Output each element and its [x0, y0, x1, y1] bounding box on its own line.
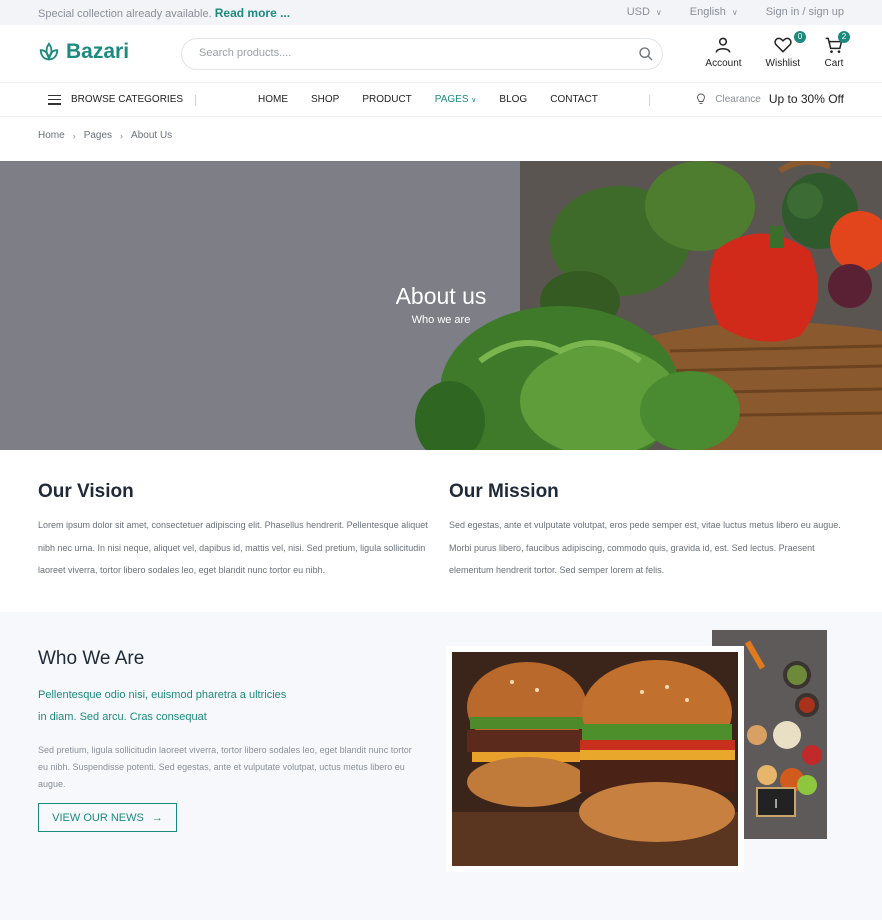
sign-in-link[interactable]: Sign in / sign up [766, 6, 844, 18]
view-our-news-button[interactable]: VIEW OUR NEWS → [38, 803, 177, 832]
top-bar-controls: USD ∨ English ∨ Sign in / sign up [627, 6, 844, 18]
breadcrumb-pages[interactable]: Pages [84, 130, 112, 141]
menu-icon [48, 94, 61, 105]
clearance-label: Clearance [715, 93, 761, 105]
search-icon[interactable] [638, 46, 654, 62]
nav-item-pages-label: PAGES [434, 94, 469, 105]
chevron-down-icon: ∨ [731, 7, 738, 17]
hero-title: About us [395, 283, 487, 309]
leaf-logo-icon [39, 42, 59, 61]
header: Bazari Account 0 Wishlist [0, 25, 882, 83]
who-we-are-lead: Pellentesque odio nisi, euismod pharetra… [38, 684, 318, 728]
account-label: Account [705, 58, 742, 69]
hero-subtitle: Who we are [411, 314, 471, 326]
top-bar: Special collection already available. Re… [0, 0, 882, 25]
clearance-value: Up to 30% Off [768, 92, 844, 106]
main-nav: BROWSE CATEGORIES HOME SHOP PRODUCT PAGE… [0, 83, 882, 117]
breadcrumb: Home › Pages › About Us [38, 130, 172, 141]
nav-item-home[interactable]: HOME [258, 94, 288, 105]
chevron-right-icon: › [120, 130, 124, 141]
who-we-are-title: Who We Are [38, 648, 145, 669]
cart-count-badge: 2 [838, 31, 850, 43]
heart-icon [774, 37, 792, 53]
chevron-down-icon: ∨ [655, 7, 662, 17]
nav-item-contact[interactable]: CONTACT [550, 94, 598, 105]
cart-button[interactable]: 2 Cart [824, 31, 850, 69]
who-we-are-text: Sed pretium, ligula sollicitudin laoreet… [38, 745, 412, 789]
wishlist-count-badge: 0 [794, 31, 806, 43]
nav-divider [649, 95, 650, 106]
breadcrumb-home[interactable]: Home [38, 130, 65, 141]
mission-title: Our Mission [449, 481, 559, 502]
language-value: English [689, 6, 726, 18]
user-icon [716, 37, 731, 53]
nav-item-shop[interactable]: SHOP [311, 94, 339, 105]
brand-name: Bazari [66, 40, 130, 63]
svg-text:I: I [774, 797, 778, 811]
hero-banner: About us Who we are [0, 161, 882, 450]
account-button[interactable]: Account [705, 35, 742, 69]
currency-value: USD [626, 6, 650, 18]
cart-label: Cart [824, 58, 844, 69]
wishlist-label: Wishlist [765, 58, 800, 69]
clearance-promo[interactable]: Clearance Up to 30% Off [695, 92, 844, 106]
currency-selector[interactable]: USD ∨ [627, 6, 662, 18]
promo-text: Special collection already available. [38, 8, 212, 20]
header-actions: Account 0 Wishlist 2 Cart [705, 31, 850, 69]
breadcrumb-current: About Us [131, 130, 173, 141]
lightbulb-icon [697, 93, 706, 104]
nav-item-blog[interactable]: BLOG [499, 94, 527, 105]
chevron-down-icon: ∨ [471, 97, 477, 104]
browse-categories-button[interactable]: BROWSE CATEGORIES [48, 94, 183, 105]
search-input[interactable] [199, 47, 619, 59]
burger-photo-frame [446, 646, 744, 872]
burger-image [452, 652, 738, 866]
read-more-link[interactable]: Read more ... [215, 6, 290, 20]
browse-categories-label: BROWSE CATEGORIES [71, 94, 184, 105]
nav-menu: HOME SHOP PRODUCT PAGES ∨ BLOG CONTACT [258, 94, 598, 105]
search-bar [181, 38, 663, 70]
chevron-right-icon: › [72, 130, 76, 141]
vision-text: Lorem ipsum dolor sit amet, consectetuer… [38, 520, 428, 575]
who-lead-line-2: in diam. Sed arcu. Cras consequat [38, 711, 207, 723]
mission-text: Sed egestas, ante et vulputate volutpat,… [449, 520, 841, 575]
language-selector[interactable]: English ∨ [690, 6, 738, 18]
who-lead-line-1: Pellentesque odio nisi, euismod pharetra… [38, 689, 287, 701]
vision-title: Our Vision [38, 481, 134, 502]
logo[interactable]: Bazari [38, 40, 129, 64]
promo-message: Special collection already available. Re… [38, 6, 290, 20]
arrow-right-icon: → [151, 811, 163, 824]
nav-item-product[interactable]: PRODUCT [362, 94, 411, 105]
nav-item-pages[interactable]: PAGES ∨ [435, 94, 477, 105]
wishlist-button[interactable]: 0 Wishlist [765, 31, 806, 69]
nav-divider [195, 95, 196, 106]
view-our-news-label: VIEW OUR NEWS [52, 811, 144, 824]
